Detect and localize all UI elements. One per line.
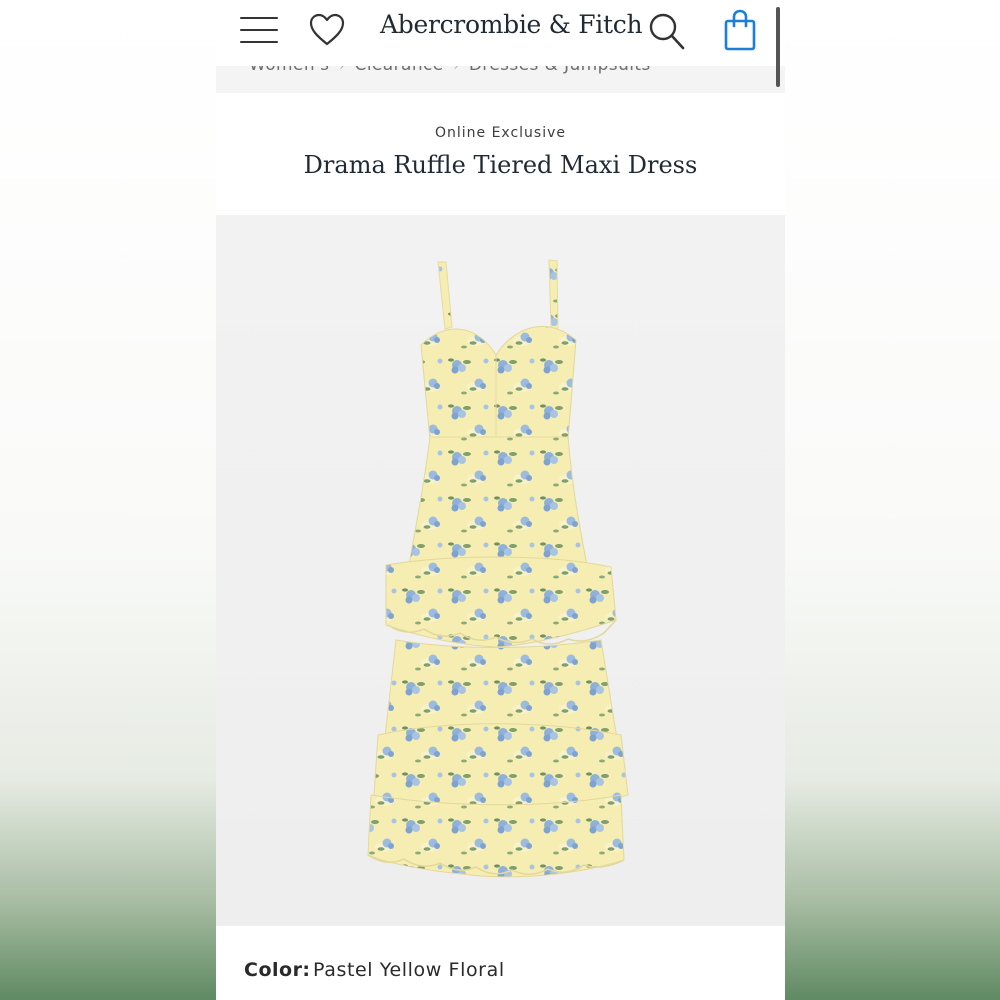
breadcrumb-item-womens[interactable]: Women's: [249, 66, 329, 75]
scrollbar[interactable]: [776, 7, 780, 87]
search-icon[interactable]: [648, 11, 686, 51]
menu-icon[interactable]: [240, 14, 280, 46]
product-image[interactable]: [216, 215, 785, 926]
chevron-right-icon: ›: [453, 66, 459, 73]
phone-screen: Abercrombie & Fitch Women's › Clearance › Dr…: [216, 0, 785, 1000]
breadcrumb: Women's › Clearance › Dresses & Jumpsuits: [216, 66, 785, 93]
color-value: Pastel Yellow Floral: [313, 959, 505, 981]
shopping-bag-icon[interactable]: [724, 9, 756, 51]
breadcrumb-item-dresses-jumpsuits[interactable]: Dresses & Jumpsuits: [469, 66, 651, 75]
online-exclusive-badge: Online Exclusive: [434, 125, 567, 141]
heart-icon[interactable]: [308, 11, 346, 49]
brand-logo[interactable]: Abercrombie & Fitch: [380, 10, 643, 39]
product-title: Drama Ruffle Tiered Maxi Dress: [303, 151, 698, 179]
color-selector: Color: Pastel Yellow Floral: [216, 926, 785, 1000]
breadcrumb-item-clearance[interactable]: Clearance: [355, 66, 444, 75]
dress-illustration: [367, 259, 629, 878]
chevron-right-icon: ›: [339, 66, 345, 73]
color-label: Color:: [244, 959, 311, 981]
top-nav-bar: Abercrombie & Fitch: [216, 0, 785, 66]
product-header: Online Exclusive Drama Ruffle Tiered Max…: [216, 93, 785, 215]
